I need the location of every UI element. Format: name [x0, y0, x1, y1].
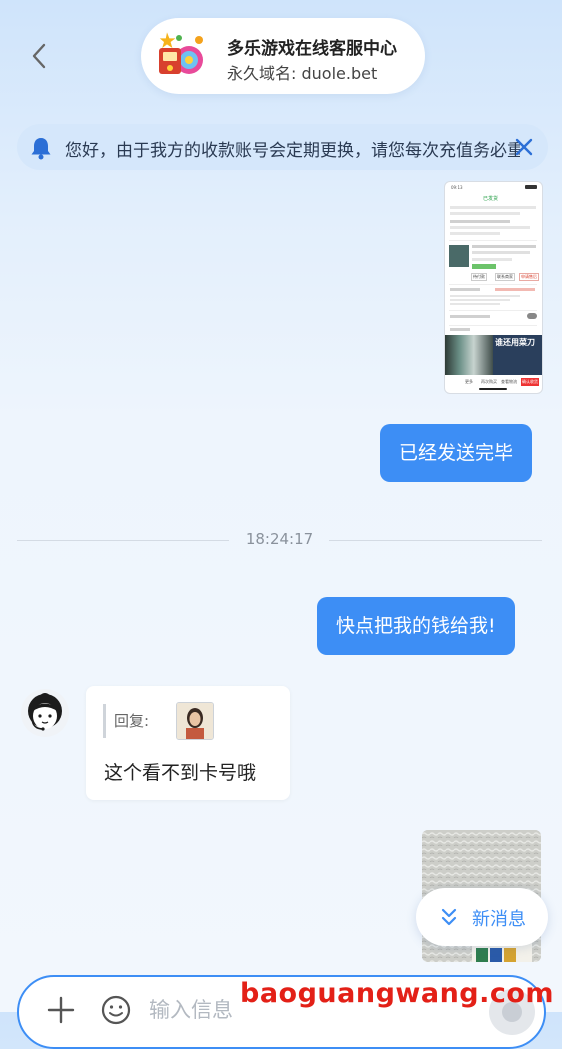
- double-chevron-down-icon: [440, 907, 458, 927]
- ad-image-right: 谁还用菜刀: [493, 335, 542, 375]
- incoming-message-text: 这个看不到卡号哦: [104, 762, 257, 784]
- plus-icon: [47, 996, 75, 1024]
- new-message-label: 新消息: [472, 909, 526, 930]
- back-button[interactable]: [28, 42, 50, 70]
- agent-avatar[interactable]: [21, 689, 69, 737]
- battery-icon: [525, 185, 537, 189]
- sent-screenshot-image[interactable]: 09:13 已发货 待付款 联系商家 申请售后 谁还用菜刀 更多 再次购买 查看…: [444, 181, 543, 394]
- domain-subtitle: 永久域名: duole.bet: [227, 64, 378, 83]
- add-attachment-button[interactable]: [46, 995, 76, 1025]
- quote-bar: [103, 704, 106, 738]
- notice-text: 您好，由于我方的收款账号会定期更换，请您每次充值务必重新获取最新账号: [65, 141, 520, 161]
- bell-icon: [30, 136, 52, 160]
- page-title: 多乐游戏在线客服中心: [227, 39, 397, 59]
- incoming-message-bubble: 回复: 这个看不到卡号哦: [86, 686, 290, 800]
- chevron-left-icon: [32, 43, 46, 69]
- emoji-icon: [101, 995, 131, 1025]
- screenshot-btn-2: 查看物流: [501, 379, 517, 384]
- screenshot-tab-0: 待付款: [471, 273, 487, 281]
- new-message-button[interactable]: 新消息: [416, 888, 548, 946]
- screenshot-btn-1: 再次购买: [481, 379, 497, 384]
- watermark-text: baoguangwang.com: [240, 978, 555, 1009]
- timestamp-divider: 18:24:17: [17, 527, 542, 553]
- screenshot-tab-1: 联系商家: [495, 273, 515, 281]
- screenshot-order-status: 已发货: [483, 196, 499, 202]
- close-icon: [515, 138, 533, 156]
- header-card: 多乐游戏在线客服中心 永久域名: duole.bet: [141, 18, 425, 94]
- timestamp: 18:24:17: [245, 530, 314, 548]
- ad-banner-text: 谁还用菜刀: [495, 338, 535, 347]
- screenshot-tab-2: 申请售后: [519, 273, 539, 281]
- screenshot-status-time: 09:13: [451, 185, 463, 190]
- screenshot-btn-0: 更多: [465, 379, 473, 384]
- outgoing-message-bubble: 已经发送完毕: [380, 424, 533, 482]
- screenshot-btn-3: 确认收货: [521, 378, 539, 386]
- notice-bar: 您好，由于我方的收款账号会定期更换，请您每次充值务必重新获取最新账号: [17, 124, 548, 170]
- outgoing-message-bubble: 快点把我的钱给我!: [317, 597, 515, 655]
- close-notice-button[interactable]: [513, 136, 535, 158]
- quote-label: 回复:: [114, 712, 150, 730]
- emoji-button[interactable]: [101, 995, 131, 1025]
- product-thumb: [449, 245, 469, 267]
- app-logo: [155, 30, 207, 82]
- ad-image-left: [445, 335, 493, 375]
- quoted-image-thumbnail[interactable]: [176, 702, 214, 740]
